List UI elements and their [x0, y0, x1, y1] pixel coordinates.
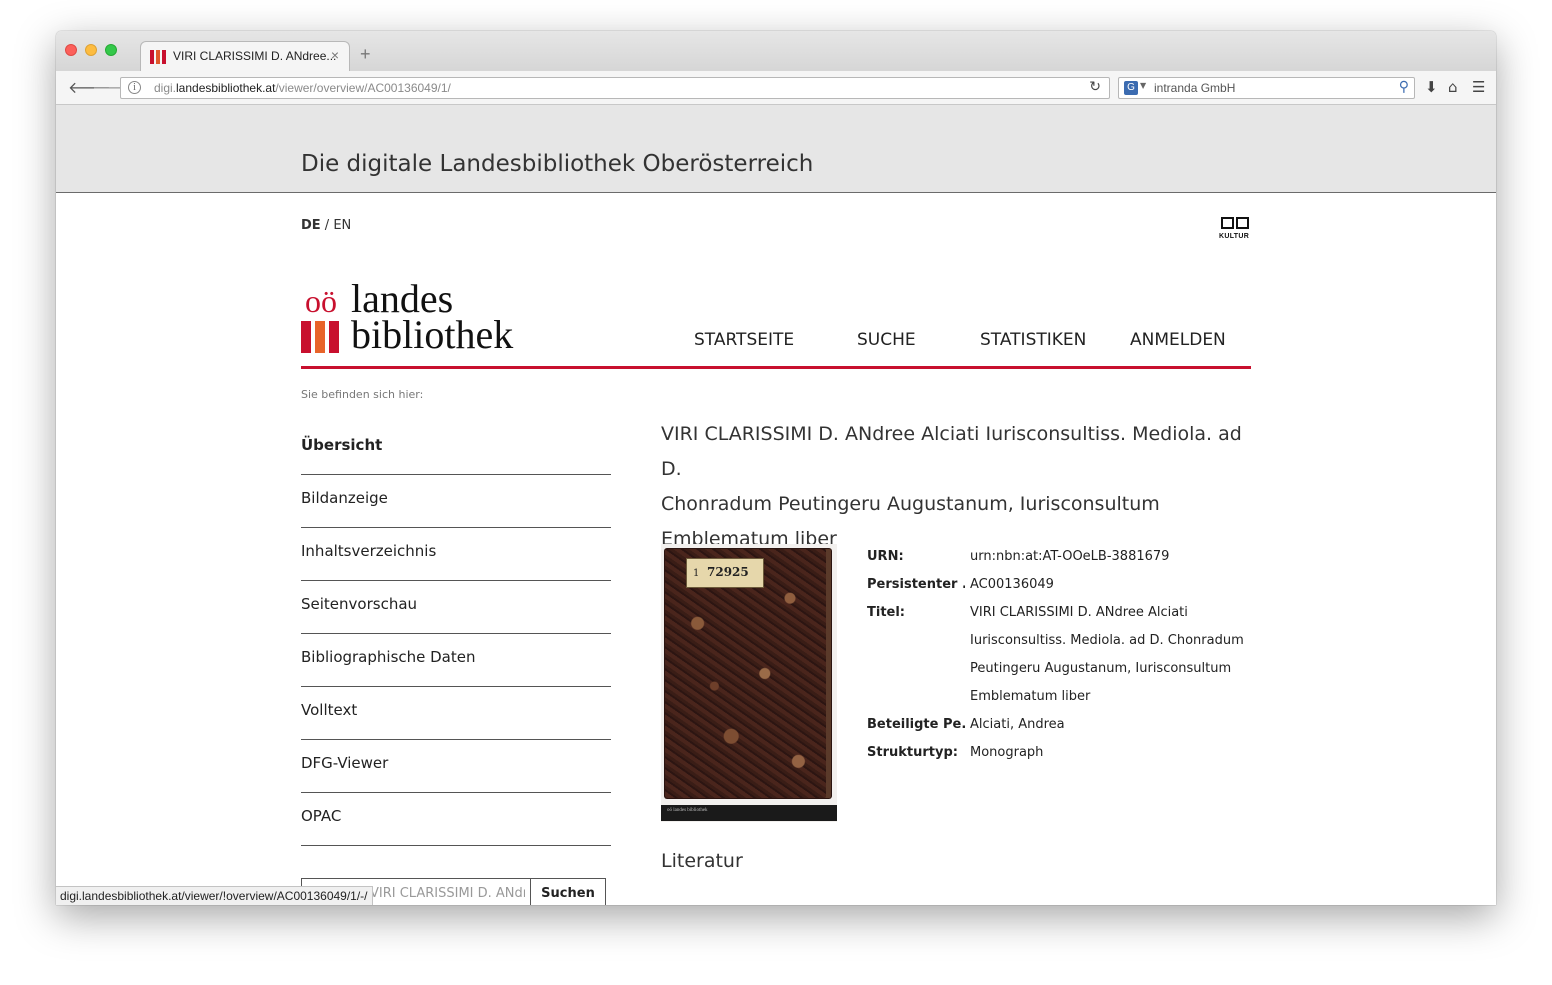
sidebar-item-label: Bibliographische Daten	[301, 648, 476, 666]
metadata-row-beteiligte-personen: Beteiligte Pe... Alciati, Andrea	[867, 711, 1257, 739]
metadata-value: Monograph	[970, 745, 1044, 760]
thumbnail-footer-logo: oö landes bibliothek	[667, 808, 708, 813]
book-shelf-label: 1 72925	[686, 558, 764, 588]
metadata-value: VIRI CLARISSIMI D. ANdree Alciati Iurisc…	[970, 605, 1244, 704]
sidebar-item-label: OPAC	[301, 807, 342, 825]
nav-startseite[interactable]: STARTSEITE	[694, 330, 794, 350]
zoom-window-button[interactable]	[105, 44, 117, 56]
sidebar-item-label: DFG-Viewer	[301, 754, 389, 772]
navigation-toolbar: 🡐 🡒 i digi.landesbibliothek.at/viewer/ov…	[56, 71, 1496, 105]
nav-anmelden[interactable]: ANMELDEN	[1130, 330, 1226, 350]
metadata-label: Beteiligte Pe...	[867, 717, 965, 732]
sidebar-item-bibliographische-daten[interactable]: Bibliographische Daten	[301, 635, 611, 687]
metadata-label: Strukturtyp:	[867, 745, 958, 760]
library-logo[interactable]: oö landes bibliothek	[301, 275, 541, 357]
search-magnifier-icon[interactable]: ⚲	[1399, 79, 1409, 95]
metadata-row-urn: URN: urn:nbn:at:AT-OOeLB-3881679	[867, 543, 1257, 571]
sidebar-item-seitenvorschau[interactable]: Seitenvorschau	[301, 582, 611, 634]
web-page: Die digitale Landesbibliothek Oberösterr…	[56, 105, 1496, 905]
address-bar-url: digi.landesbibliothek.at/viewer/overview…	[154, 81, 451, 95]
sidebar-item-opac[interactable]: OPAC	[301, 794, 611, 846]
metadata-table: URN: urn:nbn:at:AT-OOeLB-3881679 Persist…	[867, 543, 1257, 767]
close-window-button[interactable]	[65, 44, 77, 56]
download-icon[interactable]: ⬇	[1425, 78, 1438, 96]
metadata-value: AC00136049	[970, 577, 1054, 592]
breadcrumb: Sie befinden sich hier:	[301, 388, 424, 401]
search-engine-icon[interactable]: G	[1124, 81, 1138, 95]
site-info-icon[interactable]: i	[128, 81, 141, 94]
metadata-row-strukturtyp: Strukturtyp: Monograph	[867, 739, 1257, 767]
record-title-line: VIRI CLARISSIMI D. ANdree Alciati Iurisc…	[661, 423, 1242, 480]
browser-window: VIRI CLARISSIMI D. ANdree... × + 🡐 🡒 i d…	[56, 31, 1496, 905]
metadata-value: urn:nbn:at:AT-OOeLB-3881679	[970, 549, 1170, 564]
search-input[interactable]: VIRI CLARISSIMI D. ANdree	[370, 886, 525, 901]
metadata-label: Titel:	[867, 605, 906, 620]
lang-de-link[interactable]: DE	[301, 218, 321, 233]
address-bar[interactable]: i digi.landesbibliothek.at/viewer/overvi…	[120, 77, 1110, 99]
book-cover-image: 1 72925	[664, 548, 832, 799]
kultur-logo[interactable]: KULTUR	[1219, 215, 1253, 243]
record-title-line: Chonradum Peutingeru Augustanum, Iurisco…	[661, 493, 1160, 515]
sidebar-item-volltext[interactable]: Volltext	[301, 688, 611, 740]
metadata-label: Persistenter ...	[867, 577, 965, 592]
home-icon[interactable]: ⌂	[1448, 78, 1458, 96]
nav-suche[interactable]: SUCHE	[857, 330, 916, 350]
nav-divider	[301, 366, 1251, 369]
reload-icon[interactable]: ↻	[1089, 79, 1101, 95]
sidebar-item-inhaltsverzeichnis[interactable]: Inhaltsverzeichnis	[301, 529, 611, 581]
lang-en-link[interactable]: EN	[333, 218, 351, 233]
site-banner: Die digitale Landesbibliothek Oberösterr…	[56, 105, 1496, 193]
language-switcher: DE / EN	[301, 218, 351, 233]
tab-title: VIRI CLARISSIMI D. ANdree...	[173, 49, 337, 63]
sidebar-item-label: Inhaltsverzeichnis	[301, 542, 437, 560]
browser-tab-active[interactable]: VIRI CLARISSIMI D. ANdree... ×	[140, 41, 350, 71]
metadata-row-persistent-id: Persistenter ... AC00136049	[867, 571, 1257, 599]
tab-close-icon[interactable]: ×	[331, 47, 339, 63]
sidebar-item-label: Bildanzeige	[301, 489, 388, 507]
sidebar-item-bildanzeige[interactable]: Bildanzeige	[301, 476, 611, 528]
lang-separator: /	[320, 218, 334, 233]
menu-hamburger-icon[interactable]: ☰	[1472, 78, 1485, 96]
kultur-logo-text: KULTUR	[1219, 233, 1250, 240]
nav-statistiken[interactable]: STATISTIKEN	[980, 330, 1086, 350]
logo-bars-icon	[301, 321, 341, 353]
sidebar-item-label: Übersicht	[301, 436, 383, 454]
sidebar-navigation: Übersicht Bildanzeige Inhaltsverzeichnis…	[301, 423, 611, 847]
metadata-label: URN:	[867, 549, 904, 564]
literatur-heading: Literatur	[661, 850, 743, 872]
sidebar-item-uebersicht[interactable]: Übersicht	[301, 423, 611, 475]
sidebar-item-dfg-viewer[interactable]: DFG-Viewer	[301, 741, 611, 793]
status-bar-url: digi.landesbibliothek.at/viewer/!overvie…	[56, 886, 373, 905]
site-favicon-icon	[150, 50, 166, 64]
thumbnail-footer: oö landes bibliothek	[661, 805, 837, 821]
logo-oo-text: oö	[305, 283, 337, 319]
browser-search-input[interactable]: intranda GmbH	[1154, 81, 1235, 95]
minimize-window-button[interactable]	[85, 44, 97, 56]
browser-search-bar[interactable]: G ▼ intranda GmbH ⚲	[1118, 77, 1415, 99]
sidebar-item-label: Seitenvorschau	[301, 595, 418, 613]
record-title: VIRI CLARISSIMI D. ANdree Alciati Iurisc…	[661, 417, 1251, 557]
tab-strip: VIRI CLARISSIMI D. ANdree... × +	[56, 31, 1496, 71]
metadata-value[interactable]: Alciati, Andrea	[970, 711, 1257, 739]
logo-bibliothek-text: bibliothek	[351, 312, 514, 357]
new-tab-button[interactable]: +	[360, 45, 371, 63]
search-submit-button[interactable]: Suchen	[530, 879, 605, 905]
sidebar-item-label: Volltext	[301, 701, 358, 719]
search-engine-dropdown-icon[interactable]: ▼	[1140, 81, 1146, 90]
banner-title: Die digitale Landesbibliothek Oberösterr…	[301, 151, 814, 177]
metadata-row-titel: Titel: VIRI CLARISSIMI D. ANdree Alciati…	[867, 599, 1257, 711]
record-thumbnail[interactable]: 1 72925 oö landes bibliothek	[661, 544, 837, 822]
